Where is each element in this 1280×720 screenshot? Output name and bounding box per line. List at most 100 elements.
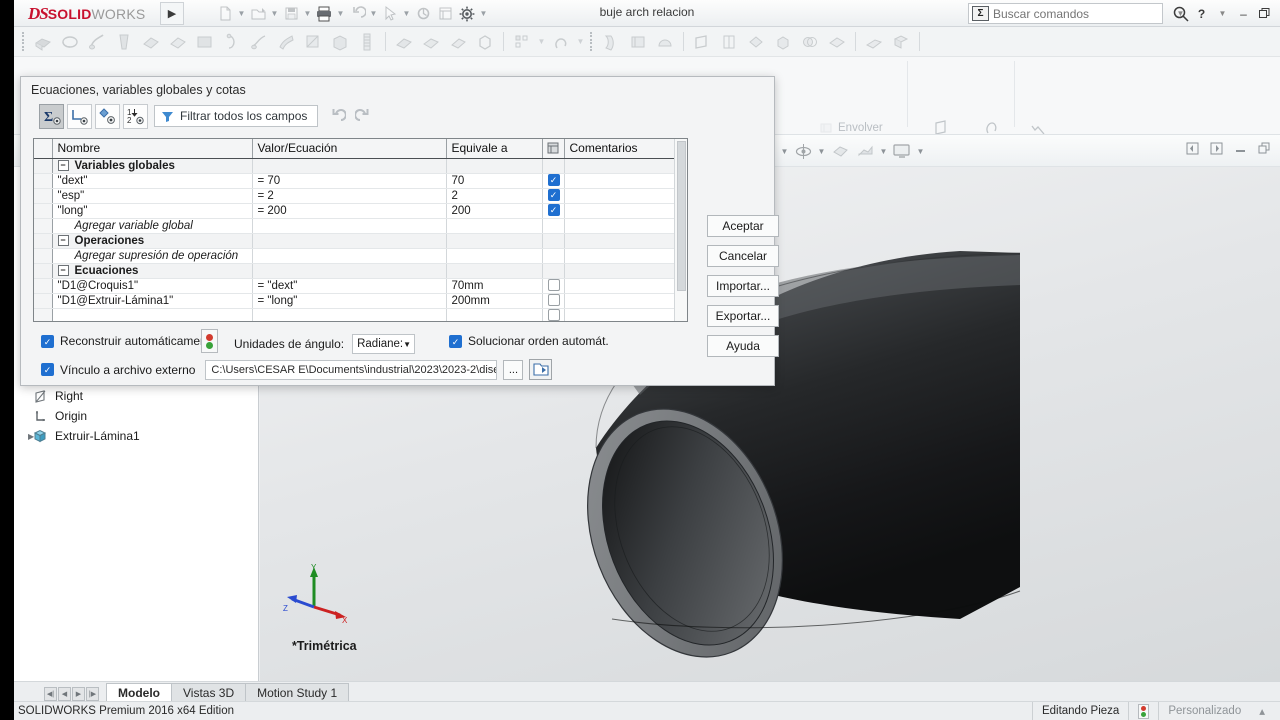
tree-item-origin[interactable]: Origin [14,406,259,426]
variable-name[interactable]: "esp" [52,188,253,204]
tab-modelo[interactable]: Modelo [106,683,172,701]
variable-evaluate-checkbox[interactable]: ✓ [542,188,565,204]
solve-order-checkbox[interactable]: ✓ [449,334,462,348]
collapse-icon[interactable]: − [57,264,69,276]
solve-order-option[interactable]: ✓ Solucionar orden automát. [449,334,609,348]
row-handle[interactable] [34,218,53,234]
linear-pattern-icon[interactable] [509,29,535,55]
export-button[interactable]: Exportar... [707,305,779,327]
lofted-cut-icon[interactable] [273,29,299,55]
table-row-add-global-variable[interactable]: Agregar variable global [34,218,687,234]
table-row-section-globales[interactable]: − Variables globales [34,158,687,174]
chamfer-icon[interactable] [418,29,444,55]
minimize-button[interactable]: – [1234,4,1253,23]
table-row-clipped[interactable] [34,308,687,321]
appearances-icon[interactable] [853,139,877,163]
curves-button[interactable]: Curvas ▼ [971,119,1013,134]
swept-boss-icon[interactable] [84,29,110,55]
toolbar-drag-handle-2[interactable] [590,32,594,51]
rebuild-status-indicator[interactable] [201,329,218,353]
rebuild-automatically-option[interactable]: ✓ Reconstruir automáticament [41,334,210,348]
reference-axis-icon[interactable] [716,29,742,55]
row-handle[interactable] [34,293,53,309]
minimize-document-button[interactable] [1233,141,1248,156]
equation-name[interactable]: "D1@Extruir-Lámina1" [52,293,253,309]
combine-icon[interactable] [797,29,823,55]
view-numeric-order-button[interactable]: 1 2 [123,104,148,129]
row-handle[interactable] [34,158,53,174]
link-checkbox[interactable]: ✓ [41,363,54,376]
table-row[interactable]: "dext" = 70 70 ✓ [34,173,687,189]
sigma-view-equations-button[interactable]: Σ [39,104,64,129]
variable-comment[interactable] [564,203,687,219]
variable-evaluate-checkbox[interactable]: ✓ [542,173,565,189]
table-row-section-ecuaciones[interactable]: − Ecuaciones [34,263,687,279]
swept-cut-icon[interactable] [246,29,272,55]
display-viewport-icon[interactable] [890,139,914,163]
add-row-value[interactable] [252,248,447,264]
curve-caret-icon[interactable]: ▼ [575,31,586,53]
add-row-label[interactable]: Agregar variable global [52,218,253,234]
tree-item-extruir-lamina1[interactable]: ▶ Extruir-Lámina1 [14,426,259,446]
equation-comment[interactable] [564,308,687,321]
tree-item-right[interactable]: Right [14,386,259,406]
view-orientation-caret-icon[interactable]: ▼ [779,139,790,163]
variable-value[interactable]: = 2 [252,188,447,204]
redo-icon[interactable] [353,105,375,127]
variable-name[interactable]: "dext" [52,173,253,189]
next-view-button[interactable] [1209,141,1224,156]
equation-value[interactable] [252,308,447,321]
pattern-caret-icon[interactable]: ▼ [536,31,547,53]
view-equation-order-button[interactable] [95,104,120,129]
variable-value[interactable]: = 70 [252,173,447,189]
expand-arrow-icon[interactable]: ▶ [28,432,34,441]
add-row-label[interactable]: Agregar supresión de operación [52,248,253,264]
boundary-alt-icon[interactable] [165,29,191,55]
weldment-icon[interactable] [888,29,914,55]
collapse-icon[interactable]: − [57,159,69,171]
reference-geometry-button[interactable]: Geometría de referencia ▼ [912,119,970,134]
import-button[interactable]: Importar... [707,275,779,297]
add-row-value[interactable] [252,218,447,234]
next-tab-button[interactable]: ▶ [72,687,85,701]
last-tab-button[interactable]: |▶ [86,687,99,701]
table-row[interactable]: "D1@Extruir-Lámina1" = "long" 200mm [34,293,687,309]
equation-evaluate-checkbox[interactable] [542,278,565,294]
draft-icon[interactable] [445,29,471,55]
reference-plane-icon[interactable] [689,29,715,55]
undo-icon[interactable] [326,105,348,127]
boundary-boss-icon[interactable] [138,29,164,55]
equation-value[interactable]: = "dext" [252,278,447,294]
row-handle[interactable] [34,278,53,294]
angle-units-select[interactable]: Radiane: ▼ [352,334,416,354]
equation-value[interactable]: = "long" [252,293,447,309]
help-caret-icon[interactable]: ▼ [1213,4,1232,23]
hide-show-items-icon[interactable] [828,139,852,163]
toolbar-drag-handle[interactable] [22,32,26,51]
extruded-cut-icon[interactable] [192,29,218,55]
rebuild-status-icon[interactable] [1128,701,1158,720]
boundary-cut-icon[interactable] [300,29,326,55]
rib-icon[interactable] [598,29,624,55]
shell-cube-icon[interactable] [472,29,498,55]
row-handle[interactable] [34,263,53,279]
first-tab-button[interactable]: ◀| [44,687,57,701]
table-row-section-operaciones[interactable]: − Operaciones [34,233,687,249]
external-file-link-option[interactable]: ✓ Vínculo a archivo externo C:\Users\CES… [41,359,553,380]
equation-comment[interactable] [564,278,687,294]
instant3d-button[interactable]: Instant 3D [1015,123,1061,134]
row-handle[interactable] [34,233,53,249]
table-row-add-feature-suppression[interactable]: Agregar supresión de operación [34,248,687,264]
statusbar-expander-icon[interactable]: ▴ [1250,702,1274,720]
equation-comment[interactable] [564,293,687,309]
thread-icon[interactable] [354,29,380,55]
display-style-icon[interactable] [791,139,815,163]
col-header-comentarios[interactable]: Comentarios [564,139,687,159]
equation-name[interactable]: "D1@Croquis1" [52,278,253,294]
equation-evaluate-checkbox[interactable] [542,293,565,309]
col-header-nombre[interactable]: Nombre [52,139,253,159]
row-handle[interactable] [34,308,53,321]
variable-name[interactable]: "long" [52,203,253,219]
scrollbar-thumb[interactable] [677,141,686,291]
sheetmetal-icon[interactable] [861,29,887,55]
